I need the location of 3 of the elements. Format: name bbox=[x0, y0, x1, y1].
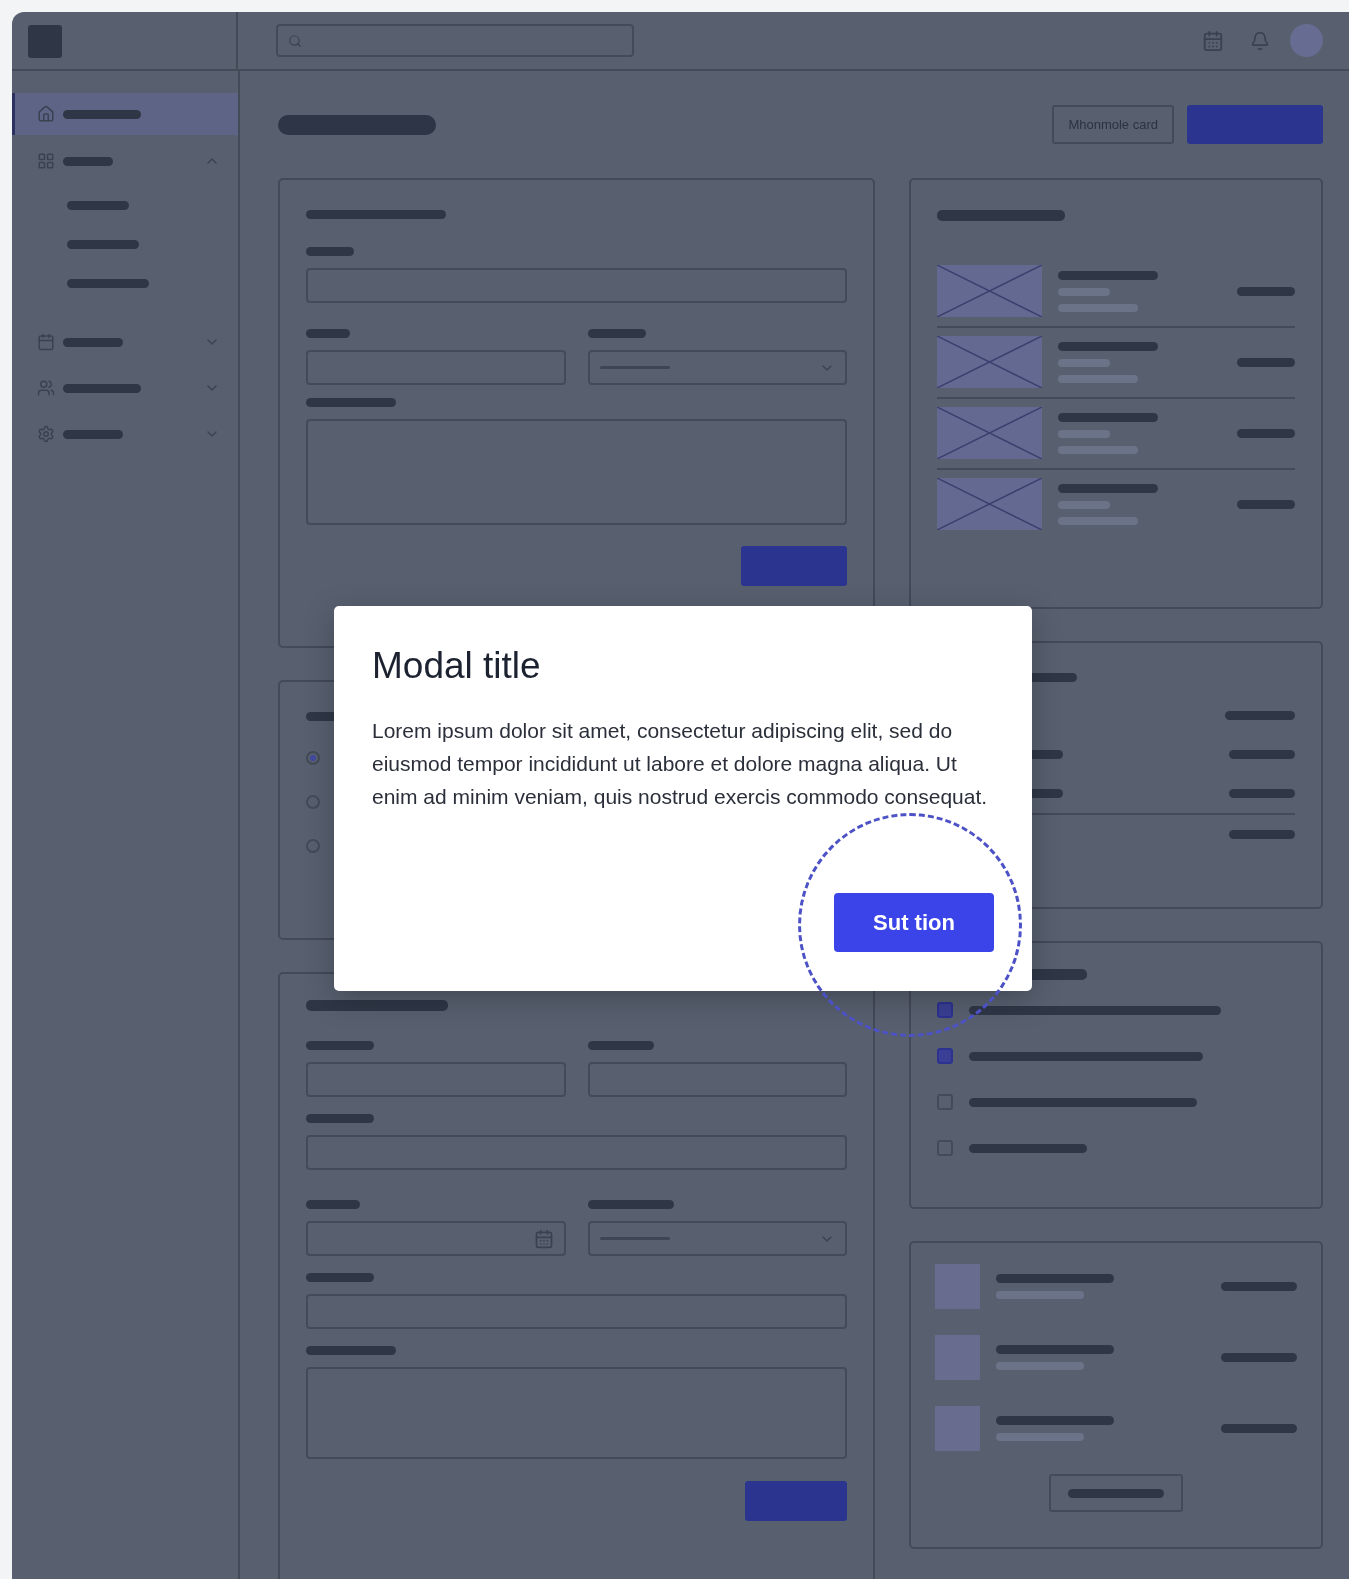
submit-button[interactable]: Sut tion bbox=[834, 893, 994, 952]
modal-title: Modal title bbox=[372, 644, 542, 688]
modal-body: Lorem ipsum dolor sit amet, consectetur adipiscing elit, sed do eiusmod tempor incididunt ut labore et dolore magna aliqua. Ut enim ad minim veniam, quis nostrud exercis commodo consequat. bbox=[372, 718, 989, 811]
